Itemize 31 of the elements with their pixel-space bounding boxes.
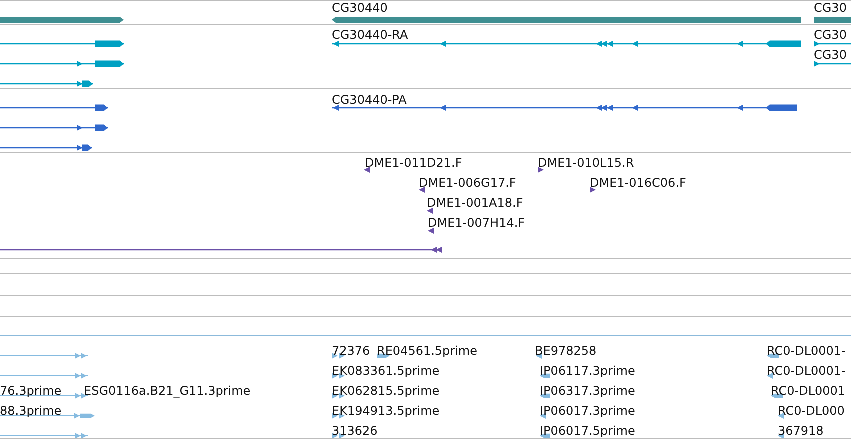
feature-label: DME1-016C06.F — [590, 176, 686, 190]
feature-label: RC0-DL0001 — [771, 384, 846, 398]
feature-label: EK062815.5prime — [332, 384, 440, 398]
feature-label: IP06317.3prime — [540, 384, 636, 398]
feature-label: CG30 — [814, 48, 847, 62]
feature-label: ESG0116a.B21_G11.3prime — [84, 384, 251, 398]
feature-label: DME1-010L15.R — [538, 156, 634, 170]
feature-label: BE978258 — [535, 344, 597, 358]
feature-label: IP06117.3prime — [540, 364, 636, 378]
feature-label: EK083361.5prime — [332, 364, 440, 378]
feature-label: DME1-006G17.F — [419, 176, 516, 190]
feature-label: RC0-DL0001- — [767, 364, 846, 378]
feature-label: DME1-001A18.F — [427, 196, 524, 210]
feature-label: 88.3prime — [0, 404, 62, 418]
feature-label: CG30440-PA — [332, 93, 407, 107]
feature-label: RE04561.5prime — [377, 344, 478, 358]
feature-label: RC0-DL0001- — [767, 344, 846, 358]
feature-label: CG30440-RA — [332, 28, 408, 42]
feature-label: CG30 — [814, 1, 847, 15]
feature-label: DME1-007H14.F — [428, 216, 526, 230]
feature-label: 76.3prime — [0, 384, 62, 398]
feature-label: IP06017.5prime — [540, 424, 636, 438]
feature-label: RC0-DL000 — [778, 404, 845, 418]
feature-label: 367918 — [778, 424, 824, 438]
feature-label: 313626 — [332, 424, 378, 438]
feature-label: 72376 — [332, 344, 370, 358]
feature-label: CG30 — [814, 28, 847, 42]
feature-label: CG30440 — [332, 1, 388, 15]
feature-label: IP06017.3prime — [540, 404, 636, 418]
feature-label: DME1-011D21.F — [365, 156, 462, 170]
feature-label: EK194913.5prime — [332, 404, 440, 418]
